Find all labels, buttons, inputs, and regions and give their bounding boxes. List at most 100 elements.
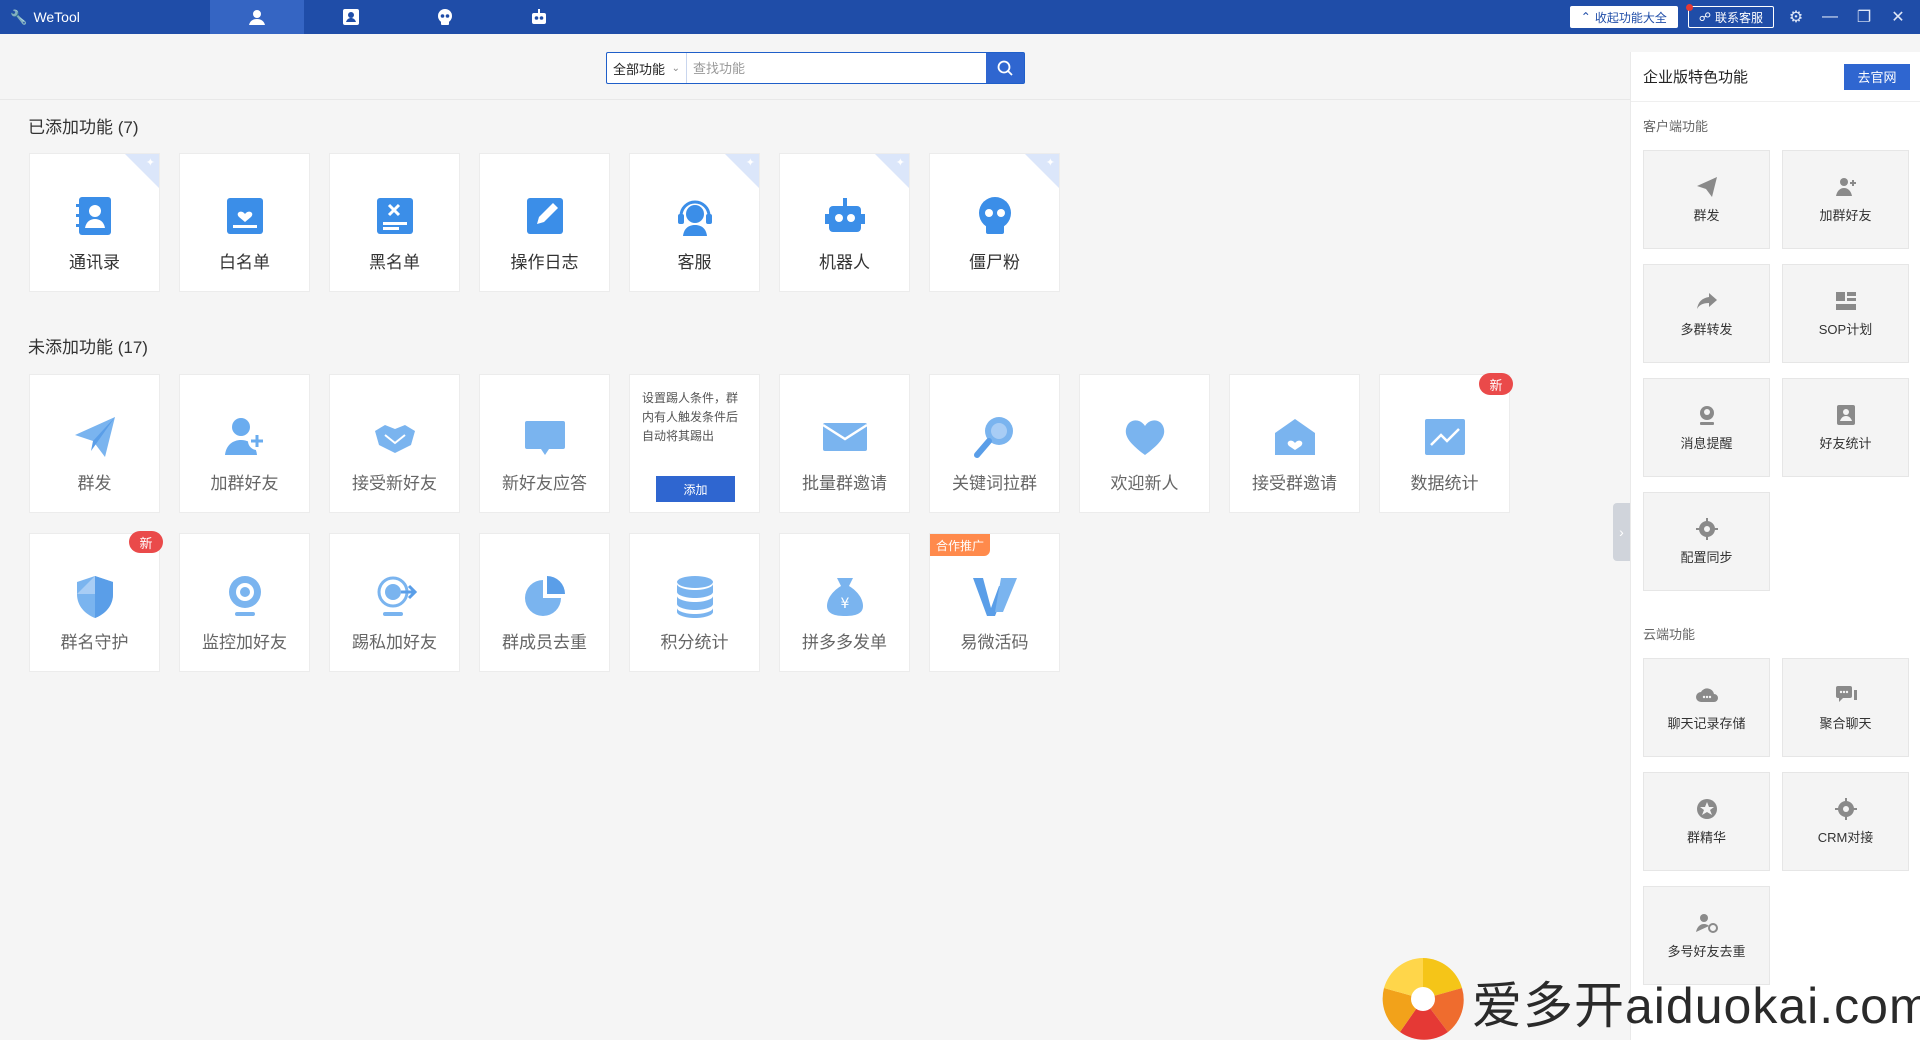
headset-icon: ☍ [1698, 10, 1711, 24]
feature-card-welcome-new[interactable]: 欢迎新人 [1079, 374, 1210, 513]
contact-support-label: 联系客服 [1714, 10, 1763, 25]
close-icon[interactable]: ✕ [1886, 5, 1910, 29]
app-title: WeTool [33, 9, 80, 25]
contact-card-icon [343, 9, 359, 25]
rp-card-label: 群精华 [1686, 830, 1726, 845]
watermark: 爱多开aiduokai.com [1382, 958, 1920, 1040]
tab-zombie[interactable] [398, 0, 492, 34]
enterprise-panel: 企业版特色功能 去官网 客户端功能 群发 加群好友 多群转发 SOP计划 消息提… [1630, 52, 1920, 1040]
card-label: 机器人 [819, 253, 870, 272]
feature-card-points-stats[interactable]: 积分统计 [629, 533, 760, 672]
feature-card-pdd-order[interactable]: ¥ 拼多多发单 [779, 533, 910, 672]
cloud-section-title: 云端功能 [1643, 627, 1696, 642]
open-mail-icon [1274, 419, 1315, 455]
search-input[interactable] [687, 53, 986, 83]
feature-search: 全部功能 ⌄ [606, 52, 1025, 84]
app-logo: 🔧 WeTool [0, 9, 210, 26]
panel-collapse-handle[interactable]: › [1613, 503, 1630, 561]
rp-card-mass-send[interactable]: 群发 [1643, 150, 1770, 249]
new-badge: 新 [1479, 373, 1513, 395]
feature-card-kick-private-add[interactable]: 踢私加好友 [329, 533, 460, 672]
feature-card-blacklist[interactable]: 黑名单 [329, 153, 460, 292]
rp-card-friend-stats[interactable]: 好友统计 [1782, 378, 1909, 477]
contact-support-button[interactable]: ☍ 联系客服 [1685, 4, 1774, 28]
rp-card-label: SOP计划 [1818, 322, 1873, 337]
feature-card-zombie-fans[interactable]: ✦ 僵尸粉 [929, 153, 1060, 292]
feature-card-robot[interactable]: ✦ 机器人 [779, 153, 910, 292]
chart-icon [1424, 419, 1465, 455]
rp-card-sop-plan[interactable]: SOP计划 [1782, 264, 1909, 363]
feature-card-customer-service[interactable]: ✦ 客服 [629, 153, 760, 292]
pin-icon: ✦ [895, 157, 905, 169]
handshake-icon [374, 425, 415, 453]
watermark-text: 爱多开aiduokai.com [1472, 978, 1920, 1034]
feature-card-accept-friends[interactable]: 接受新好友 [329, 374, 460, 513]
card-label: 群名守护 [60, 633, 129, 652]
feature-description: 设置踢人条件，群内有人触发条件后自动将其踢出 [642, 391, 739, 443]
chevron-right-icon: › [1619, 524, 1624, 540]
card-label: 白名单 [219, 253, 270, 272]
tab-features[interactable] [210, 0, 304, 34]
collapse-features-button[interactable]: ⌃ 收起功能大全 [1569, 6, 1678, 28]
feature-card-yiwei-code[interactable]: 易微活码 合作推广 [929, 533, 1060, 672]
card-label: 欢迎新人 [1110, 474, 1179, 493]
added-section-title: 已添加功能 (7) [28, 118, 139, 137]
feature-card-batch-invite[interactable]: 批量群邀请 [779, 374, 910, 513]
rp-card-crm[interactable]: CRM对接 [1782, 772, 1909, 871]
tab-robot[interactable] [492, 0, 586, 34]
aggregate-chat-icon [1835, 686, 1857, 702]
gear-icon [1695, 518, 1718, 540]
maximize-icon[interactable]: ❐ [1852, 5, 1876, 29]
search-scope-value: 全部功能 [613, 61, 666, 77]
mail-icon [821, 423, 868, 451]
rp-card-aggregate-chat[interactable]: 聚合聊天 [1782, 658, 1909, 757]
card-label: 易微活码 [960, 633, 1029, 652]
feature-card-contacts[interactable]: ✦ 通讯录 [29, 153, 160, 292]
minimize-icon[interactable]: — [1818, 5, 1842, 29]
skull-icon [978, 197, 1011, 234]
rp-card-add-group-friends[interactable]: 加群好友 [1782, 150, 1909, 249]
card-label: 踢私加好友 [352, 633, 437, 652]
pin-icon: ✦ [745, 157, 755, 169]
database-icon [676, 576, 713, 618]
rp-card-label: 好友统计 [1819, 436, 1872, 451]
rp-card-chat-storage[interactable]: 聊天记录存储 [1643, 658, 1770, 757]
feature-card-kick-hover[interactable]: 设置踢人条件，群内有人触发条件后自动将其踢出 添加 [629, 374, 760, 513]
enterprise-panel-title: 企业版特色功能 [1643, 69, 1749, 86]
user-circle-icon [249, 10, 265, 25]
feature-card-accept-invite[interactable]: 接受群邀请 [1229, 374, 1360, 513]
official-site-button[interactable]: 去官网 [1844, 63, 1910, 90]
feature-card-operation-log[interactable]: 操作日志 [479, 153, 610, 292]
card-label: 接受群邀请 [1252, 474, 1337, 493]
header-divider [0, 99, 1630, 100]
skull-icon [438, 9, 452, 25]
gear-icon [1834, 798, 1857, 820]
star-icon [1696, 799, 1717, 819]
feature-card-new-friend-reply[interactable]: 新好友应答 [479, 374, 610, 513]
feature-card-group-name-guard[interactable]: 群名守护 [29, 533, 160, 672]
window-controls-area: ⌃ 收起功能大全 ☍ 联系客服 ⚙ — ❐ ✕ [1569, 0, 1920, 34]
rp-card-message-reminder[interactable]: 消息提醒 [1643, 378, 1770, 477]
search-scope-select[interactable]: 全部功能 ⌄ [607, 53, 687, 83]
search-button[interactable] [986, 53, 1024, 83]
feature-card-group-dedupe[interactable]: 群成员去重 [479, 533, 610, 672]
top-nav [210, 0, 586, 34]
feature-card-mass-send[interactable]: 群发 [29, 374, 160, 513]
add-friend-icon [1835, 178, 1856, 196]
card-label: 操作日志 [510, 253, 579, 272]
yiwei-logo-icon [972, 578, 1017, 616]
enterprise-panel-header: 企业版特色功能 去官网 [1631, 52, 1920, 102]
feature-card-monitor-add[interactable]: 监控加好友 [179, 533, 310, 672]
rp-card-group-highlights[interactable]: 群精华 [1643, 772, 1770, 871]
chat-bubble-icon [524, 421, 565, 455]
notification-dot [1685, 4, 1693, 11]
add-feature-button[interactable]: 添加 [656, 476, 735, 502]
rp-card-config-sync[interactable]: 配置同步 [1643, 492, 1770, 591]
feature-card-add-group-friends[interactable]: 加群好友 [179, 374, 310, 513]
search-icon [997, 60, 1013, 76]
rp-card-multi-forward[interactable]: 多群转发 [1643, 264, 1770, 363]
feature-card-whitelist[interactable]: 白名单 [179, 153, 310, 292]
feature-card-keyword-group[interactable]: 关键词拉群 [929, 374, 1060, 513]
settings-gear-icon[interactable]: ⚙ [1784, 5, 1808, 29]
tab-contacts[interactable] [304, 0, 398, 34]
